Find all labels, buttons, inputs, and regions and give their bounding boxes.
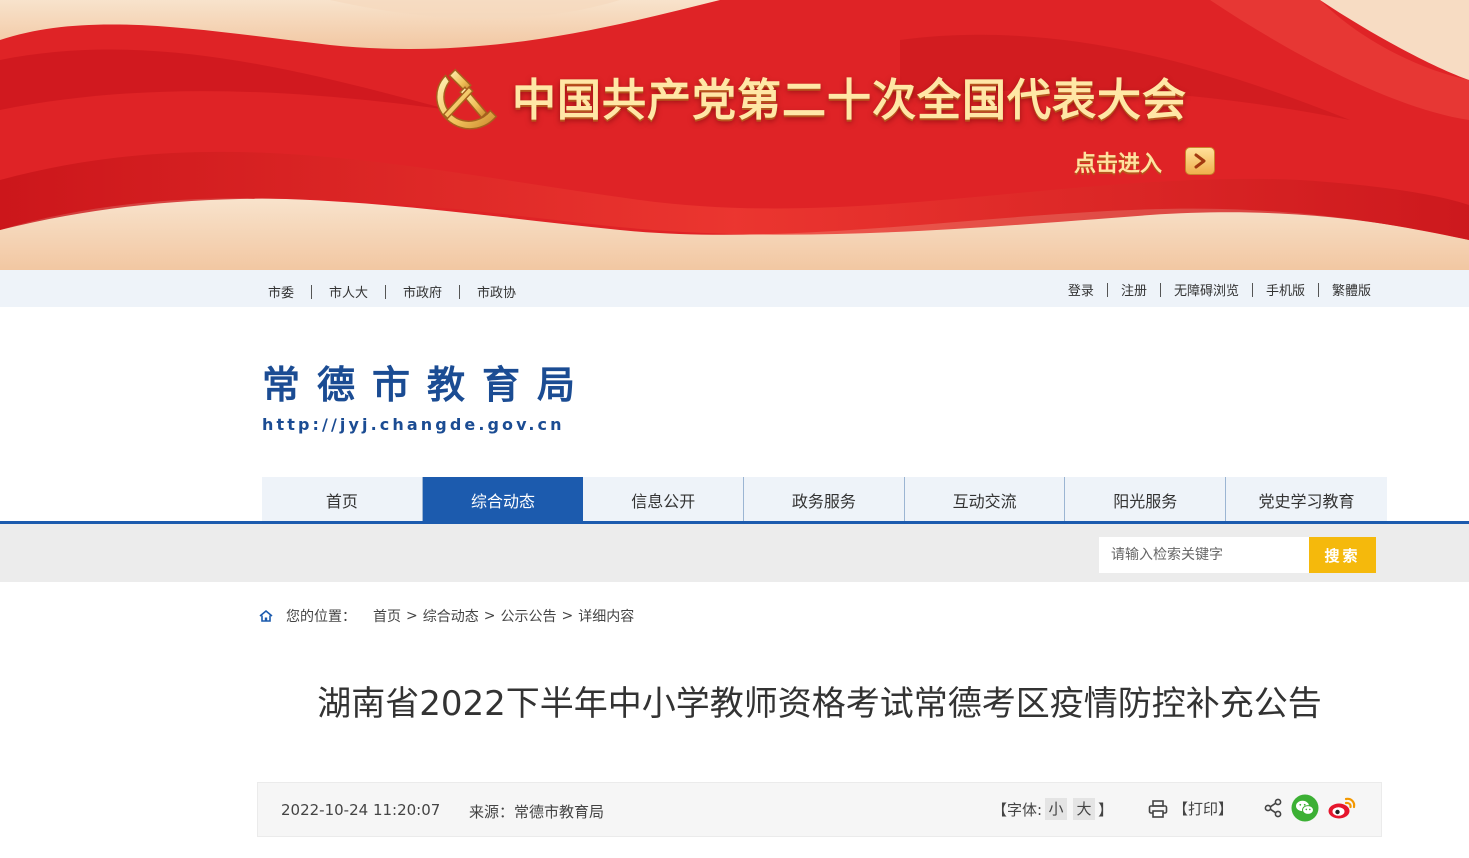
divider (1106, 282, 1108, 297)
breadcrumb-separator: > (561, 608, 574, 624)
search-button[interactable]: 搜索 (1309, 537, 1376, 573)
breadcrumb-separator: > (406, 608, 418, 624)
home-icon (259, 609, 273, 622)
login-link[interactable]: 登录 (1068, 280, 1094, 299)
weibo-icon[interactable] (1327, 795, 1357, 821)
link-city-congress[interactable]: 市人大 (329, 282, 368, 301)
article-source: 来源：常德市教育局 (469, 803, 605, 821)
breadcrumb-news[interactable]: 综合动态 (423, 606, 479, 626)
font-size-control: 【字体: 小 大 】 (992, 798, 1113, 820)
font-large-button[interactable]: 大 (1073, 798, 1096, 820)
article-title: 湖南省2022下半年中小学教师资格考试常德考区疫情防控补充公告 (317, 684, 1322, 724)
nav-item-party-history[interactable]: 党史学习教育 (1226, 477, 1387, 522)
traditional-chinese-link[interactable]: 繁體版 (1332, 280, 1371, 299)
breadcrumb-announcements[interactable]: 公示公告 (500, 606, 556, 626)
search-input[interactable] (1099, 537, 1309, 573)
logo-url: http://jyj.changde.gov.cn (262, 415, 565, 434)
breadcrumb-current: 详细内容 (578, 609, 635, 625)
emblem-icon (435, 68, 498, 130)
mobile-version-link[interactable]: 手机版 (1266, 280, 1305, 299)
nav-item-interaction[interactable]: 互动交流 (905, 477, 1066, 522)
banner-background (0, 0, 1469, 270)
print-button[interactable]: 【打印】 (1148, 798, 1233, 819)
party-congress-banner[interactable]: 中国共产党第二十次全国代表大会 点击进入 (0, 0, 1469, 270)
breadcrumb-prefix: 您的位置： (286, 609, 356, 625)
divider (1251, 282, 1253, 297)
breadcrumb: 您的位置： 首页 > 综合动态 > 公示公告 > 详细内容 (258, 606, 634, 626)
main-nav: 首页 综合动态 信息公开 政务服务 互动交流 阳光服务 党史学习教育 (262, 477, 1387, 522)
breadcrumb-separator: > (483, 608, 496, 624)
arrow-right-icon (1194, 153, 1206, 169)
accessibility-link[interactable]: 无障碍浏览 (1174, 280, 1239, 299)
share-tools (1263, 794, 1365, 822)
register-link[interactable]: 注册 (1121, 280, 1147, 299)
site-logo[interactable]: 常德市教育局 http://jyj.changde.gov.cn (262, 354, 592, 434)
top-link-bar: 市委 市人大 市政府 市政协 登录 注册 无障碍浏览 手机版 繁體版 (0, 270, 1469, 307)
gov-links: 市委 市人大 市政府 市政协 (268, 282, 516, 301)
article-meta-bar: 2022-10-24 11:20:07 来源：常德市教育局 【字体: 小 大 】… (257, 782, 1382, 837)
print-label: 【打印】 (1173, 800, 1234, 818)
publish-date: 2022-10-24 11:20:07 (281, 801, 441, 819)
share-icon[interactable] (1263, 798, 1283, 818)
search-bar: 搜索 (0, 524, 1469, 582)
banner-title: 中国共产党第二十次全国代表大会 (512, 75, 1187, 126)
banner-enter-button[interactable] (1185, 147, 1215, 175)
font-size-label: 【字体: (992, 800, 1043, 819)
nav-item-news[interactable]: 综合动态 (422, 477, 584, 522)
font-small-button[interactable]: 小 (1045, 798, 1068, 820)
divider (385, 284, 387, 299)
breadcrumb-home[interactable]: 首页 (373, 606, 401, 626)
link-city-government[interactable]: 市政府 (403, 282, 442, 301)
nav-item-home[interactable]: 首页 (262, 477, 423, 522)
user-links: 登录 注册 无障碍浏览 手机版 繁體版 (1068, 280, 1371, 299)
nav-item-sunshine-services[interactable]: 阳光服务 (1065, 477, 1227, 522)
link-city-cppcc[interactable]: 市政协 (477, 282, 516, 301)
wechat-icon[interactable] (1291, 794, 1319, 822)
font-size-close-bracket: 】 (1098, 800, 1114, 819)
nav-item-info-disclosure[interactable]: 信息公开 (583, 477, 745, 522)
divider (1317, 282, 1319, 297)
banner-enter-label[interactable]: 点击进入 (1074, 146, 1162, 178)
printer-icon (1148, 799, 1168, 818)
divider (1159, 282, 1161, 297)
logo-name: 常德市教育局 (262, 362, 593, 407)
link-city-committee[interactable]: 市委 (268, 282, 294, 301)
divider (311, 284, 313, 299)
divider (459, 284, 461, 299)
nav-item-gov-services[interactable]: 政务服务 (744, 477, 905, 522)
